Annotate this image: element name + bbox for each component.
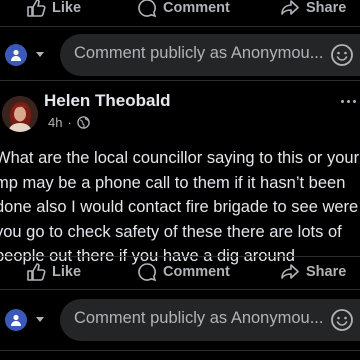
divider-mid: [0, 80, 360, 81]
post-author[interactable]: Helen Theobald: [44, 91, 171, 111]
caret-down-icon[interactable]: [36, 52, 44, 57]
comment-input[interactable]: Comment publicly as Anonymou...: [60, 34, 360, 76]
share-button-top[interactable]: Share: [280, 0, 346, 18]
comment-input[interactable]: Comment publicly as Anonymou...: [60, 299, 360, 341]
more-icon[interactable]: [341, 100, 356, 103]
divider-bottom: [0, 350, 360, 351]
avatar[interactable]: [2, 96, 38, 132]
globe-icon: [77, 116, 90, 129]
comment-placeholder: Comment publicly as Anonymou...: [74, 44, 324, 62]
post-text: What are the local councillor saying to …: [0, 146, 360, 269]
avatar-group-icon[interactable]: [5, 44, 27, 66]
share-label: Share: [306, 0, 347, 16]
divider-top: [0, 26, 360, 27]
avatar-group-icon[interactable]: [5, 309, 27, 331]
comment-button[interactable]: Comment: [137, 262, 230, 282]
comment-label: Comment: [163, 0, 230, 16]
post-meta: 4h ·: [48, 115, 90, 130]
action-bar-bottom: Like Comment Share: [0, 259, 360, 285]
divider-actions-bottom: [0, 289, 360, 290]
share-label: Share: [306, 264, 347, 280]
share-icon: [281, 0, 299, 15]
comment-composer: Comment publicly as Anonymou...: [0, 299, 360, 343]
like-button[interactable]: Like: [26, 262, 81, 282]
emoji-icon[interactable]: [330, 308, 354, 332]
share-icon: [281, 264, 299, 279]
post-line: What are the local councillor saying to …: [0, 149, 360, 167]
comment-icon: [138, 263, 157, 282]
post-line: you go to check safety of these there ar…: [0, 222, 342, 241]
post-line: done also I would contact fire brigade t…: [0, 198, 359, 216]
comment-icon: [138, 0, 157, 18]
caret-down-icon[interactable]: [36, 317, 44, 322]
share-button[interactable]: Share: [280, 262, 346, 282]
comment-placeholder: Comment publicly as Anonymou...: [74, 309, 324, 327]
like-label: Like: [52, 264, 82, 280]
like-label: Like: [52, 0, 82, 16]
action-bar-top: Like Comment Share: [0, 0, 360, 20]
like-icon: [27, 0, 46, 17]
comment-composer-top: Comment publicly as Anonymou...: [0, 34, 360, 78]
comment-button-top[interactable]: Comment: [137, 0, 230, 18]
like-button-top[interactable]: Like: [26, 0, 81, 18]
emoji-icon[interactable]: [330, 43, 354, 67]
divider-actions-top: [0, 256, 360, 257]
comment-label: Comment: [163, 264, 230, 280]
post-time[interactable]: 4h: [48, 115, 62, 130]
like-icon: [27, 263, 46, 281]
post-line: mp may be a phone call to them if it has…: [0, 173, 346, 192]
